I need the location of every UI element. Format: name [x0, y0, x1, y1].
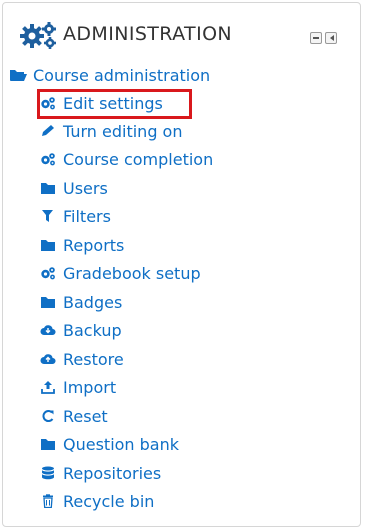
badges-node[interactable]: Badges — [39, 290, 122, 314]
gradebook-setup-link[interactable]: Gradebook setup — [39, 261, 201, 285]
turn-editing-on-link[interactable]: Turn editing on — [39, 119, 182, 143]
upload-icon — [39, 380, 57, 394]
cloud-upload-icon — [39, 352, 57, 366]
course-administration-label: Course administration — [33, 65, 211, 85]
repositories-label: Repositories — [63, 463, 162, 483]
hide-block-button[interactable] — [310, 32, 322, 44]
folder-open-icon — [9, 68, 27, 82]
administration-block: ADMINISTRATION Course administration Edi… — [2, 2, 361, 527]
database-icon — [39, 466, 57, 480]
edit-settings-link[interactable]: Edit settings — [39, 91, 163, 115]
folder-icon — [39, 181, 57, 195]
reports-label: Reports — [63, 235, 125, 255]
restore-label: Restore — [63, 349, 124, 369]
recycle-bin-link[interactable]: Recycle bin — [39, 489, 154, 513]
filters-link[interactable]: Filters — [39, 204, 111, 228]
users-node[interactable]: Users — [39, 176, 108, 200]
trash-icon — [39, 494, 57, 508]
cogs-icon — [39, 266, 57, 280]
cogs-icon — [39, 96, 57, 110]
turn-editing-on-label: Turn editing on — [63, 121, 183, 141]
recycle-bin-label: Recycle bin — [63, 491, 155, 511]
course-administration-node[interactable]: Course administration — [9, 63, 210, 87]
import-label: Import — [63, 377, 117, 397]
folder-icon — [39, 295, 57, 309]
users-label: Users — [63, 178, 108, 198]
course-completion-label: Course completion — [63, 149, 214, 169]
filter-icon — [39, 209, 57, 223]
backup-label: Backup — [63, 320, 122, 340]
reset-icon — [39, 409, 57, 423]
cogs-icon — [20, 21, 60, 49]
cloud-download-icon — [39, 323, 57, 337]
block-title: ADMINISTRATION — [63, 23, 233, 45]
backup-link[interactable]: Backup — [39, 318, 122, 342]
gradebook-setup-label: Gradebook setup — [63, 263, 201, 283]
filters-label: Filters — [63, 206, 111, 226]
pencil-icon — [39, 124, 57, 138]
course-completion-link[interactable]: Course completion — [39, 147, 213, 171]
badges-label: Badges — [63, 292, 123, 312]
reset-link[interactable]: Reset — [39, 404, 108, 428]
folder-icon — [39, 437, 57, 451]
reset-label: Reset — [63, 406, 108, 426]
edit-settings-label: Edit settings — [63, 93, 163, 113]
block-header: ADMINISTRATION — [3, 3, 360, 57]
dock-block-button[interactable] — [325, 32, 337, 44]
reports-node[interactable]: Reports — [39, 233, 124, 257]
question-bank-node[interactable]: Question bank — [39, 432, 179, 456]
question-bank-label: Question bank — [63, 434, 180, 454]
import-link[interactable]: Import — [39, 375, 116, 399]
restore-link[interactable]: Restore — [39, 347, 124, 371]
repositories-link[interactable]: Repositories — [39, 461, 161, 485]
folder-icon — [39, 238, 57, 252]
cogs-icon — [39, 152, 57, 166]
